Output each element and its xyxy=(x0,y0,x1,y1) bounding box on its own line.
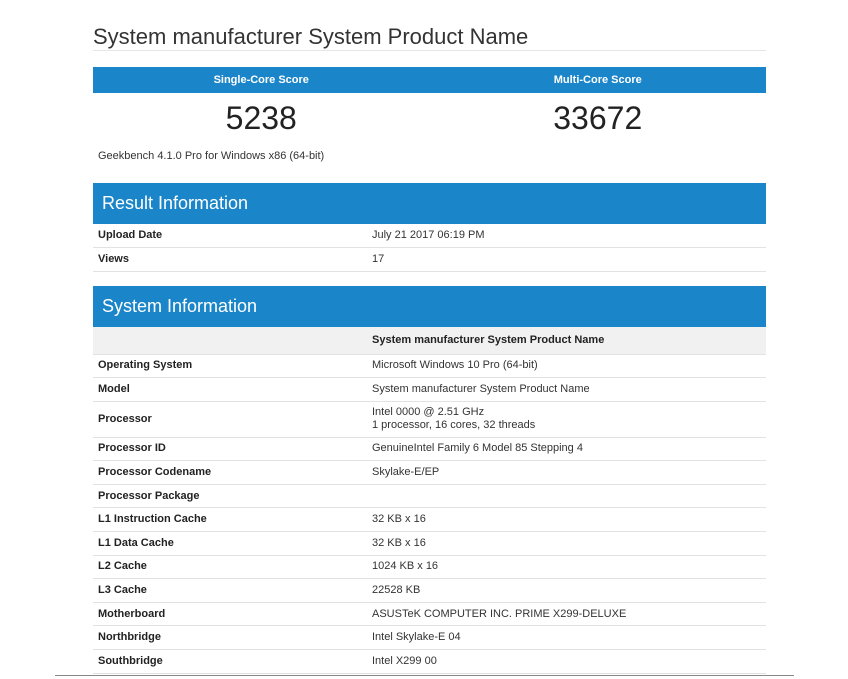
table-row: Processor Codename Skylake-E/EP xyxy=(93,460,766,485)
column-header-empty xyxy=(93,327,367,355)
column-header: System manufacturer System Product Name xyxy=(367,327,766,355)
row-value: ASUSTeK COMPUTER INC. PRIME X299-DELUXE xyxy=(367,602,766,627)
row-value: System manufacturer System Product Name xyxy=(367,377,766,402)
row-value: Skylake-E/EP xyxy=(367,460,766,485)
row-value: Intel X299 00 xyxy=(367,649,766,674)
row-label: L3 Cache xyxy=(93,578,367,603)
table-row: Views 17 xyxy=(93,247,766,272)
row-value: 17 xyxy=(367,247,766,272)
result-information-header: Result Information xyxy=(93,183,766,224)
row-label: Southbridge xyxy=(93,649,367,674)
row-value: July 21 2017 06:19 PM xyxy=(367,224,766,248)
row-value: 22528 KB xyxy=(367,578,766,603)
row-label: Model xyxy=(93,377,367,402)
row-label: Processor Package xyxy=(93,484,367,509)
table-row: Operating System Microsoft Windows 10 Pr… xyxy=(93,354,766,379)
row-value xyxy=(367,484,766,509)
table-row: L2 Cache 1024 KB x 16 xyxy=(93,555,766,580)
table-row: Processor Intel 0000 @ 2.51 GHz 1 proces… xyxy=(93,401,766,438)
table-column-header-row: System manufacturer System Product Name xyxy=(93,327,766,355)
table-row: L3 Cache 22528 KB xyxy=(93,578,766,603)
row-label: Processor Codename xyxy=(93,460,367,485)
single-core-score-value: 5238 xyxy=(225,100,297,136)
table-row: Processor ID GenuineIntel Family 6 Model… xyxy=(93,437,766,462)
row-value: Intel Skylake-E 04 xyxy=(367,625,766,651)
row-value: Microsoft Windows 10 Pro (64-bit) xyxy=(367,354,766,379)
row-value: 32 KB x 16 xyxy=(367,507,766,533)
title-divider xyxy=(93,50,766,51)
table-row: Processor Package xyxy=(93,484,766,509)
table-row: Motherboard ASUSTeK COMPUTER INC. PRIME … xyxy=(93,602,766,627)
row-value: 1024 KB x 16 xyxy=(367,555,766,580)
benchmark-version: Geekbench 4.1.0 Pro for Windows x86 (64-… xyxy=(98,150,325,162)
row-value: 32 KB x 16 xyxy=(367,531,766,556)
row-label: Northbridge xyxy=(93,625,367,651)
single-core-score-label: Single-Core Score xyxy=(213,74,309,86)
row-label: Processor xyxy=(93,401,367,438)
table-row: Model System manufacturer System Product… xyxy=(93,377,766,402)
row-label: Views xyxy=(93,247,367,272)
row-value: GenuineIntel Family 6 Model 85 Stepping … xyxy=(367,437,766,462)
score-header-bar: Single-Core Score Multi-Core Score xyxy=(93,67,766,93)
table-row: Southbridge Intel X299 00 xyxy=(93,649,766,674)
system-information-header: System Information xyxy=(93,286,766,327)
row-label: Upload Date xyxy=(93,224,367,248)
row-label: L1 Data Cache xyxy=(93,531,367,556)
table-row: Upload Date July 21 2017 06:19 PM xyxy=(93,224,766,248)
row-label: Processor ID xyxy=(93,437,367,462)
bottom-divider xyxy=(55,675,794,676)
page-title: System manufacturer System Product Name xyxy=(93,23,529,49)
table-row: Northbridge Intel Skylake-E 04 xyxy=(93,625,766,651)
row-label: L1 Instruction Cache xyxy=(93,507,367,533)
processor-topology: 1 processor, 16 cores, 32 threads xyxy=(372,419,536,432)
row-label: Motherboard xyxy=(93,602,367,627)
multi-core-score-value: 33672 xyxy=(553,100,643,136)
system-information-table: System manufacturer System Product Name … xyxy=(93,327,766,674)
table-row: L1 Instruction Cache 32 KB x 16 xyxy=(93,507,766,533)
row-label: L2 Cache xyxy=(93,555,367,580)
row-label: Operating System xyxy=(93,354,367,379)
score-values: 5238 33672 xyxy=(93,96,766,140)
processor-frequency: Intel 0000 @ 2.51 GHz xyxy=(372,406,485,419)
multi-core-score-label: Multi-Core Score xyxy=(553,74,642,86)
result-information-table: Upload Date July 21 2017 06:19 PM Views … xyxy=(93,224,766,272)
row-value: Intel 0000 @ 2.51 GHz 1 processor, 16 co… xyxy=(367,401,766,438)
table-row: L1 Data Cache 32 KB x 16 xyxy=(93,531,766,556)
